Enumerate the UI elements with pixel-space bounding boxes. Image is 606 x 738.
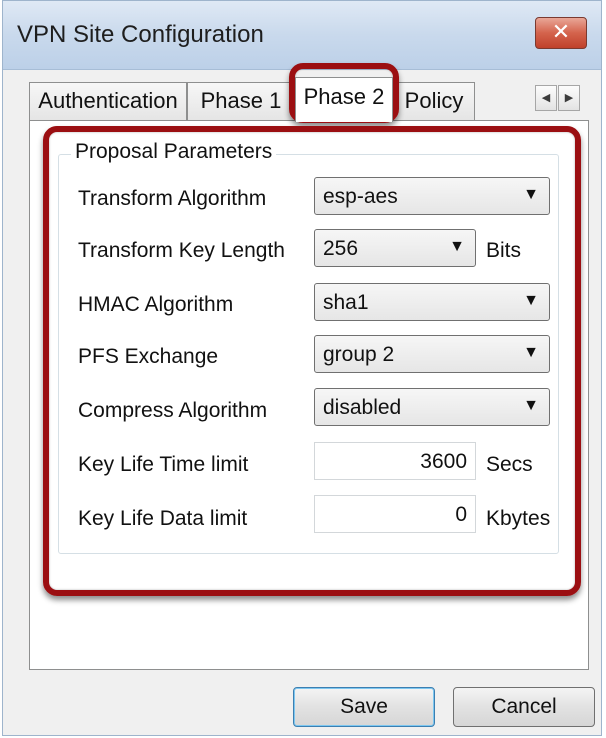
close-button[interactable]: ✕	[535, 17, 587, 49]
input-value: 3600	[420, 450, 467, 473]
input-value: 0	[455, 503, 467, 526]
vpn-site-configuration-dialog: VPN Site Configuration ✕ Authentication …	[2, 0, 602, 736]
tab-label: Policy	[404, 88, 464, 113]
key-life-data-label: Key Life Data limit	[78, 507, 248, 530]
cancel-button-label: Cancel	[491, 695, 557, 718]
pfs-exchange-label: PFS Exchange	[78, 345, 219, 368]
close-icon: ✕	[551, 19, 571, 44]
tab-policy[interactable]: Policy	[393, 82, 475, 120]
tab-authentication[interactable]: Authentication	[29, 82, 187, 120]
tab-phase-1[interactable]: Phase 1	[187, 82, 295, 120]
chevron-down-icon: ▼	[523, 344, 539, 361]
tab-label: Authentication	[38, 88, 178, 113]
cancel-button[interactable]: Cancel	[453, 687, 595, 727]
key-life-time-input[interactable]: 3600	[314, 442, 476, 480]
tab-phase-2[interactable]: Phase 2	[295, 77, 393, 122]
scroll-left-button[interactable]: ◀	[535, 85, 557, 111]
key-life-time-label: Key Life Time limit	[78, 453, 249, 476]
title-bar[interactable]: VPN Site Configuration ✕	[3, 1, 601, 70]
chevron-left-icon: ◀	[541, 92, 551, 104]
hmac-algorithm-label: HMAC Algorithm	[78, 293, 234, 316]
transform-key-length-label: Transform Key Length	[78, 239, 285, 262]
chevron-down-icon: ▼	[523, 186, 539, 203]
save-button[interactable]: Save	[293, 687, 435, 727]
compress-algorithm-select[interactable]: disabled ▼	[314, 388, 550, 426]
compress-algorithm-label: Compress Algorithm	[78, 399, 268, 422]
tab-label: Phase 1	[200, 88, 282, 113]
tab-label: Phase 2	[303, 84, 385, 109]
tab-strip: Authentication Phase 1 Phase 2 Policy ◀ …	[29, 77, 581, 122]
scroll-right-button[interactable]: ▶	[558, 85, 580, 111]
key-length-unit: Bits	[486, 239, 522, 262]
phase-2-tab-panel: Proposal Parameters Transform Algorithm …	[29, 120, 589, 670]
window-title: VPN Site Configuration	[17, 21, 264, 48]
hmac-algorithm-select[interactable]: sha1 ▼	[314, 283, 550, 321]
tab-scroll-buttons: ◀ ▶	[535, 85, 581, 113]
key-life-data-input[interactable]: 0	[314, 495, 476, 533]
selected-value: 256	[323, 237, 359, 260]
transform-algorithm-label: Transform Algorithm	[78, 187, 267, 210]
group-title: Proposal Parameters	[71, 140, 277, 164]
pfs-exchange-select[interactable]: group 2 ▼	[314, 335, 550, 373]
save-button-label: Save	[340, 695, 388, 718]
selected-value: sha1	[323, 291, 369, 314]
chevron-down-icon: ▼	[449, 238, 465, 255]
transform-algorithm-select[interactable]: esp-aes ▼	[314, 177, 550, 215]
transform-key-length-select[interactable]: 256 ▼	[314, 229, 476, 267]
selected-value: esp-aes	[323, 185, 398, 208]
chevron-down-icon: ▼	[523, 292, 539, 309]
key-life-data-unit: Kbytes	[486, 507, 551, 530]
selected-value: group 2	[323, 343, 395, 366]
selected-value: disabled	[323, 396, 402, 419]
chevron-right-icon: ▶	[564, 92, 574, 104]
key-life-time-unit: Secs	[486, 453, 533, 476]
chevron-down-icon: ▼	[523, 397, 539, 414]
